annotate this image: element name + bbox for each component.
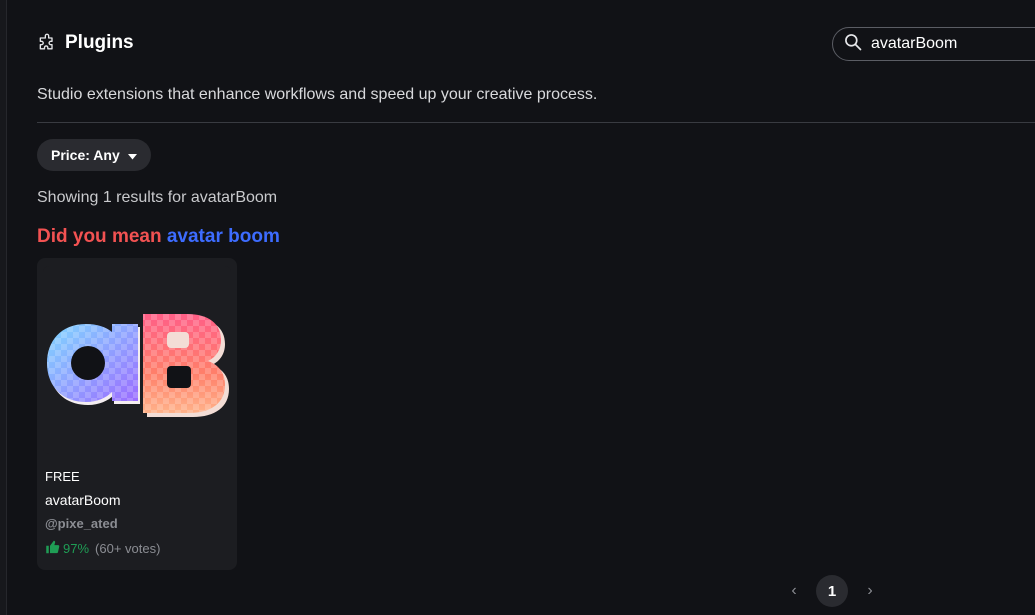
plugin-rating: 97% (60+ votes) bbox=[45, 540, 160, 557]
plugin-creator[interactable]: @pixe_ated bbox=[45, 516, 118, 531]
page-title: Plugins bbox=[65, 32, 134, 53]
suggestion-link[interactable]: avatar boom bbox=[167, 226, 280, 247]
avatarboom-logo bbox=[47, 314, 229, 417]
caret-down-icon bbox=[127, 147, 137, 163]
plugin-name[interactable]: avatarBoom bbox=[45, 492, 120, 508]
chevron-left-icon[interactable]: ‹ bbox=[786, 582, 802, 600]
did-you-mean: Did you mean avatar boom bbox=[37, 226, 280, 248]
search-box[interactable] bbox=[832, 27, 1035, 61]
search-icon bbox=[843, 32, 863, 57]
plugin-price: FREE bbox=[45, 469, 80, 484]
thumbs-up-icon bbox=[45, 540, 60, 557]
search-input[interactable] bbox=[871, 35, 1031, 53]
did-you-mean-label: Did you mean bbox=[37, 226, 162, 247]
results-count: Showing 1 results for avatarBoom bbox=[37, 189, 278, 206]
price-filter-label: Price: Any bbox=[51, 147, 120, 163]
rating-votes: (60+ votes) bbox=[95, 541, 161, 556]
page-header: Plugins bbox=[37, 32, 134, 54]
plugin-card[interactable]: FREE avatarBoom @pixe_ated 97% (60+ vote… bbox=[37, 258, 237, 570]
rating-percent: 97% bbox=[63, 541, 90, 556]
chevron-right-icon[interactable]: › bbox=[862, 582, 878, 600]
price-filter-dropdown[interactable]: Price: Any bbox=[37, 139, 151, 171]
puzzle-icon bbox=[37, 33, 57, 53]
left-sidebar-edge bbox=[0, 0, 7, 615]
page-description: Studio extensions that enhance workflows… bbox=[37, 86, 598, 103]
page-number-current[interactable]: 1 bbox=[816, 575, 848, 607]
divider bbox=[37, 122, 1035, 123]
plugin-thumbnail bbox=[43, 266, 231, 454]
pagination: ‹ 1 › bbox=[786, 575, 878, 607]
